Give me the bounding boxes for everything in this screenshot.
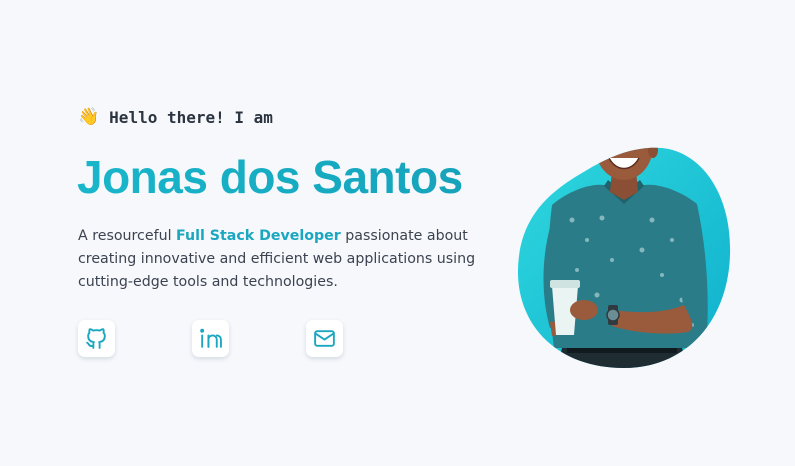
description-prefix: A resourceful xyxy=(78,228,177,244)
linkedin-link[interactable] xyxy=(192,320,229,357)
github-icon xyxy=(86,328,106,349)
hero-section: 👋 Hello there! I am Jonas dos Santos A r… xyxy=(0,0,795,466)
greeting: 👋 Hello there! I am xyxy=(78,108,273,127)
mail-link[interactable] xyxy=(306,320,343,357)
wave-icon: 👋 xyxy=(78,107,100,127)
github-link[interactable] xyxy=(78,320,115,357)
linkedin-icon xyxy=(200,328,222,348)
greeting-text: Hello there! I am xyxy=(109,108,273,127)
person-figure xyxy=(543,147,708,369)
description-highlight: Full Stack Developer xyxy=(176,228,341,244)
hero-description: A resourceful Full Stack Developer passi… xyxy=(78,225,498,294)
mail-icon xyxy=(314,330,335,347)
profile-photo xyxy=(517,147,731,369)
developer-name: Jonas dos Santos xyxy=(77,151,463,203)
